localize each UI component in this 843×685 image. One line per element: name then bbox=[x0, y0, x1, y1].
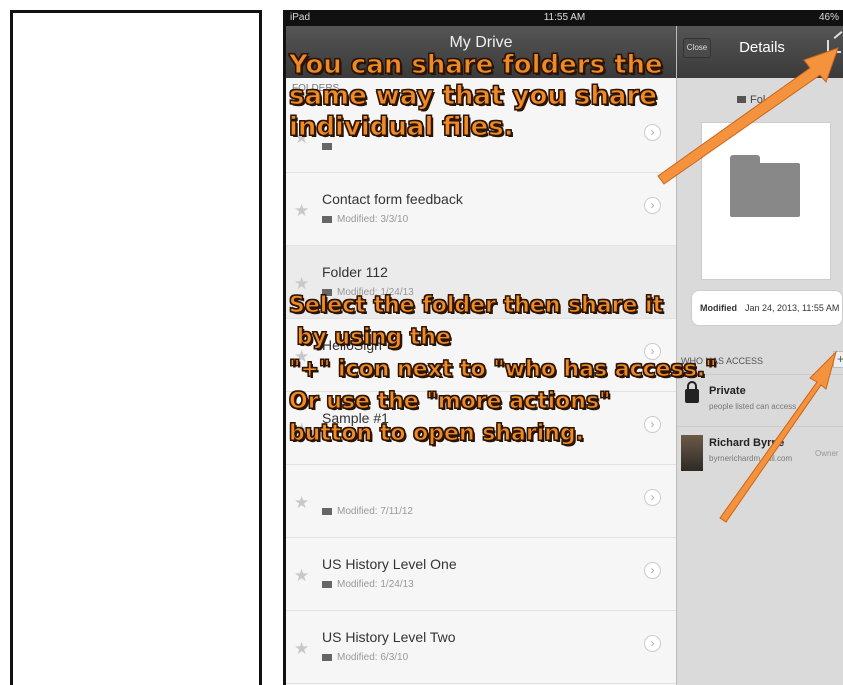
folder-modified: Modified: 6/3/10 bbox=[322, 652, 408, 663]
annotation-line: individual files. bbox=[289, 112, 515, 142]
star-icon[interactable]: ★ bbox=[294, 566, 309, 586]
folder-icon bbox=[737, 96, 746, 103]
folder-name: Folder 112 bbox=[322, 264, 388, 280]
star-icon[interactable]: ★ bbox=[294, 201, 309, 221]
annotation-line: Select the folder then share it bbox=[289, 293, 664, 318]
folder-icon bbox=[322, 507, 332, 515]
annotation-line: Or use the "more actions" bbox=[289, 389, 612, 414]
details-title: Details bbox=[739, 39, 785, 56]
chevron-right-icon[interactable]: › bbox=[644, 489, 661, 506]
owner-email: byrnerichardm...ail.com bbox=[709, 454, 793, 463]
annotation-line: "+" icon next to "who has access." bbox=[289, 357, 718, 382]
star-icon[interactable]: ★ bbox=[294, 639, 309, 659]
chevron-right-icon[interactable]: › bbox=[644, 562, 661, 579]
star-icon[interactable]: ★ bbox=[294, 493, 309, 513]
details-header: Close Details bbox=[677, 26, 843, 78]
annotation-callout: You can share folders the same way that … bbox=[289, 50, 664, 145]
access-subtitle: people listed can access bbox=[709, 402, 797, 411]
list-item[interactable]: ★ Modified: 7/11/12 › bbox=[286, 465, 676, 538]
folder-preview bbox=[701, 122, 831, 280]
folder-name: US History Level Two bbox=[322, 629, 456, 645]
annotation-callout: Select the folder then share it by using… bbox=[289, 293, 718, 455]
share-icon[interactable] bbox=[827, 40, 841, 53]
folder-name: Contact form feedback bbox=[322, 191, 463, 207]
folder-modified: Modified: 1/24/13 bbox=[322, 579, 414, 590]
annotation-line: button to open sharing. bbox=[289, 421, 585, 446]
annotation-line: same way that you share bbox=[289, 81, 658, 111]
plus-icon[interactable]: + bbox=[833, 351, 843, 368]
left-blank-frame bbox=[10, 10, 262, 685]
modified-value: Jan 24, 2013, 11:55 AM bbox=[745, 303, 840, 313]
list-item[interactable]: ★ US History Level One Modified: 1/24/13… bbox=[286, 538, 676, 611]
owner-name: Richard Byrne bbox=[709, 437, 785, 449]
chevron-right-icon[interactable]: › bbox=[644, 635, 661, 652]
folder-modified: Modified: 7/11/12 bbox=[322, 506, 413, 517]
clock: 11:55 AM bbox=[543, 12, 586, 23]
star-icon[interactable]: ★ bbox=[294, 274, 309, 294]
folder-modified: Modified: 3/3/10 bbox=[322, 214, 408, 225]
status-bar: iPad 11:55 AM 46% bbox=[286, 10, 843, 26]
folder-icon bbox=[322, 653, 332, 661]
chevron-right-icon[interactable]: › bbox=[644, 197, 661, 214]
folder-icon bbox=[322, 580, 332, 588]
selected-folder-label: Fol bbox=[737, 94, 765, 106]
list-item[interactable]: ★ Contact form feedback Modified: 3/3/10… bbox=[286, 173, 676, 246]
battery-level: 46% bbox=[818, 12, 839, 23]
annotation-line: by using the bbox=[289, 325, 451, 350]
folder-icon bbox=[322, 215, 332, 223]
owner-role: Owner bbox=[815, 449, 839, 458]
list-item[interactable]: ★ US History Level Two Modified: 6/3/10 … bbox=[286, 611, 676, 684]
folder-icon bbox=[730, 155, 800, 217]
folder-name: US History Level One bbox=[322, 556, 457, 572]
annotation-line: You can share folders the bbox=[289, 50, 664, 80]
